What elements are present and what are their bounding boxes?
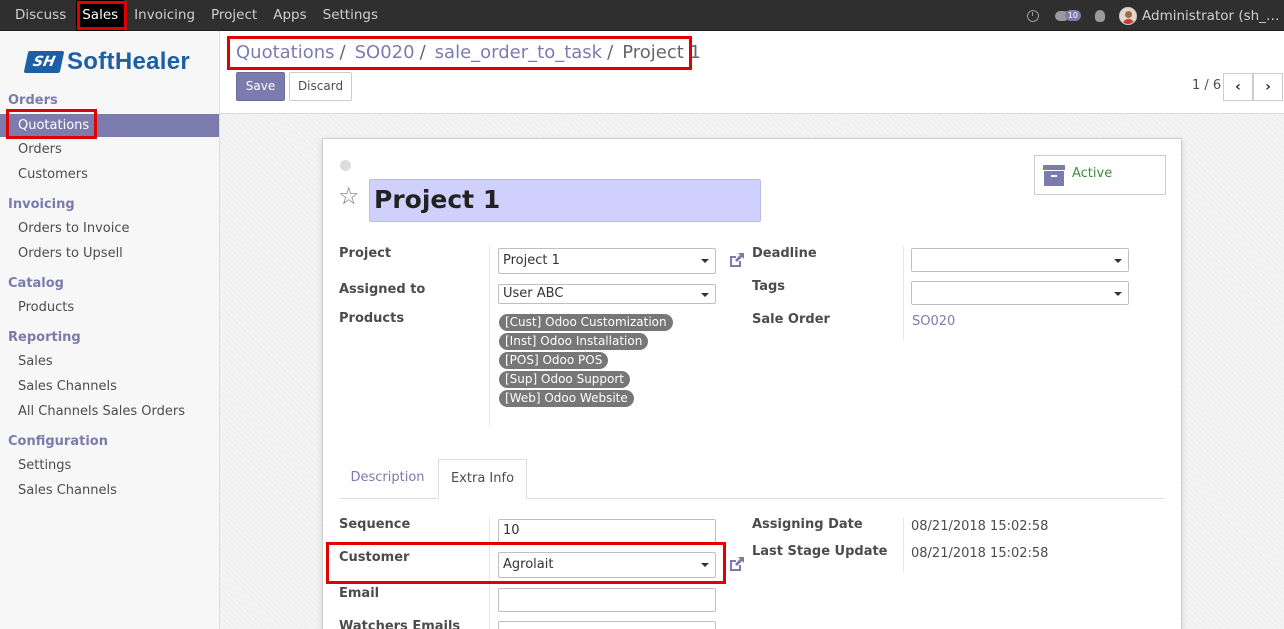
- sidebar-item-settings[interactable]: Settings: [0, 454, 219, 477]
- breadcrumb-sale-order-to-task[interactable]: sale_order_to_task: [435, 42, 602, 63]
- breadcrumb-current: Project 1: [622, 42, 701, 63]
- assigned-to-label: Assigned to: [339, 282, 426, 297]
- external-link-icon[interactable]: [728, 555, 746, 573]
- assigned-to-select-value: User ABC: [503, 286, 564, 301]
- project-label: Project: [339, 246, 392, 261]
- systray: 10 Administrator (sh_so_task): [1026, 0, 1284, 31]
- tab-description[interactable]: Description: [339, 459, 436, 499]
- notebook-tabs: Description Extra Info: [339, 459, 1165, 499]
- customer-select-value: Agrolait: [503, 557, 554, 572]
- active-toggle-button[interactable]: Active: [1034, 155, 1166, 195]
- top-navbar: Discuss Sales Invoicing Project Apps Set…: [0, 0, 1284, 31]
- caret-down-icon: [701, 563, 709, 567]
- menu-invoicing[interactable]: Invoicing: [134, 0, 195, 31]
- product-tag[interactable]: [POS] Odoo POS: [499, 352, 609, 369]
- last-stage-update-value: 08/21/2018 15:02:58: [911, 546, 1049, 561]
- pager-next-button[interactable]: ›: [1253, 73, 1283, 101]
- section-invoicing: Invoicing: [8, 197, 75, 212]
- sidebar-item-sales-channels[interactable]: Sales Channels: [0, 375, 219, 398]
- menu-settings[interactable]: Settings: [323, 0, 378, 31]
- messages-badge: 10: [1064, 10, 1081, 21]
- caret-down-icon: [701, 259, 709, 263]
- watchers-emails-label: Watchers Emails: [339, 619, 461, 629]
- menu-sales[interactable]: Sales: [76, 0, 125, 31]
- sidebar-item-orders-to-upsell[interactable]: Orders to Upsell: [0, 242, 219, 265]
- sidebar-item-config-sales-channels[interactable]: Sales Channels: [0, 479, 219, 502]
- sequence-label: Sequence: [339, 517, 411, 532]
- tags-label: Tags: [752, 279, 786, 294]
- caret-down-icon: [1114, 259, 1122, 263]
- chevron-left-icon: ‹: [1235, 79, 1241, 95]
- watchers-emails-input[interactable]: [498, 621, 716, 629]
- task-title-input[interactable]: Project 1: [369, 179, 761, 222]
- product-tag[interactable]: [Sup] Odoo Support: [499, 371, 631, 388]
- control-panel: Quotations / SO020/ sale_order_to_task / P…: [220, 31, 1284, 114]
- sidebar-item-sales[interactable]: Sales: [0, 350, 219, 373]
- project-select-value: Project 1: [503, 253, 560, 268]
- project-select[interactable]: Project 1: [498, 248, 716, 274]
- email-label: Email: [339, 586, 380, 601]
- breadcrumb: Quotations / SO020/ sale_order_to_task / P…: [236, 42, 701, 63]
- section-configuration: Configuration: [8, 434, 108, 449]
- menu-apps[interactable]: Apps: [273, 0, 306, 31]
- customer-label: Customer: [339, 550, 410, 565]
- sidebar-item-products[interactable]: Products: [0, 296, 219, 319]
- customer-select[interactable]: Agrolait: [498, 552, 716, 578]
- form-sheet: ☆ Project 1 Active Project Assigned to P…: [322, 138, 1182, 629]
- sidebar: SH SoftHealer Orders Quotations Orders C…: [0, 31, 220, 629]
- archive-icon: [1043, 165, 1065, 186]
- logo-mark: SH: [23, 51, 65, 73]
- pager-previous-button[interactable]: ‹: [1223, 73, 1253, 101]
- section-catalog: Catalog: [8, 276, 64, 291]
- chevron-right-icon: ›: [1265, 79, 1271, 95]
- sidebar-item-all-channels-sales-orders[interactable]: All Channels Sales Orders: [0, 400, 219, 423]
- pager-value[interactable]: 1 / 6: [1192, 78, 1221, 93]
- section-reporting: Reporting: [8, 330, 81, 345]
- sidebar-item-orders[interactable]: Orders: [0, 138, 219, 161]
- menu-project[interactable]: Project: [211, 0, 257, 31]
- sequence-input[interactable]: 10: [498, 519, 716, 543]
- sidebar-item-customers[interactable]: Customers: [0, 163, 219, 186]
- tab-extra-info[interactable]: Extra Info: [438, 459, 527, 499]
- sale-order-label: Sale Order: [752, 312, 830, 327]
- assigning-date-value: 08/21/2018 15:02:58: [911, 519, 1049, 534]
- product-tag[interactable]: [Inst] Odoo Installation: [499, 333, 649, 350]
- caret-down-icon: [701, 293, 709, 297]
- menu-discuss[interactable]: Discuss: [15, 0, 66, 31]
- form-view: ☆ Project 1 Active Project Assigned to P…: [220, 114, 1284, 629]
- external-link-icon[interactable]: [728, 251, 746, 269]
- user-menu[interactable]: Administrator (sh_so_task): [1142, 8, 1284, 24]
- caret-down-icon: [1114, 292, 1122, 296]
- company-logo[interactable]: SH SoftHealer: [23, 48, 191, 75]
- sale-order-link[interactable]: SO020: [912, 314, 955, 329]
- save-button[interactable]: Save: [236, 72, 285, 101]
- deadline-field[interactable]: [911, 248, 1129, 272]
- logo-text: SoftHealer: [67, 48, 191, 75]
- star-icon[interactable]: ☆: [338, 184, 360, 208]
- last-stage-update-label: Last Stage Update: [752, 544, 888, 559]
- product-tag[interactable]: [Cust] Odoo Customization: [499, 314, 673, 331]
- discard-button[interactable]: Discard: [289, 72, 352, 101]
- section-orders: Orders: [8, 93, 58, 108]
- deadline-label: Deadline: [752, 246, 817, 261]
- bug-icon[interactable]: [1095, 9, 1105, 22]
- priority-dot-icon[interactable]: [340, 160, 351, 171]
- email-input[interactable]: [498, 588, 716, 612]
- breadcrumb-so020[interactable]: SO020: [355, 42, 415, 63]
- sidebar-item-orders-to-invoice[interactable]: Orders to Invoice: [0, 217, 219, 240]
- active-label: Active: [1072, 166, 1113, 181]
- app-menu: Discuss Sales Invoicing Project Apps Set…: [15, 0, 394, 31]
- avatar[interactable]: [1119, 6, 1137, 25]
- breadcrumb-quotations[interactable]: Quotations: [236, 42, 335, 63]
- assigned-to-select[interactable]: User ABC: [498, 284, 716, 304]
- tags-select[interactable]: [911, 281, 1129, 305]
- sidebar-item-quotations[interactable]: Quotations: [0, 114, 219, 137]
- product-tag[interactable]: [Web] Odoo Website: [499, 390, 634, 407]
- assigning-date-label: Assigning Date: [752, 517, 863, 532]
- clock-icon[interactable]: [1026, 9, 1039, 22]
- products-label: Products: [339, 311, 405, 326]
